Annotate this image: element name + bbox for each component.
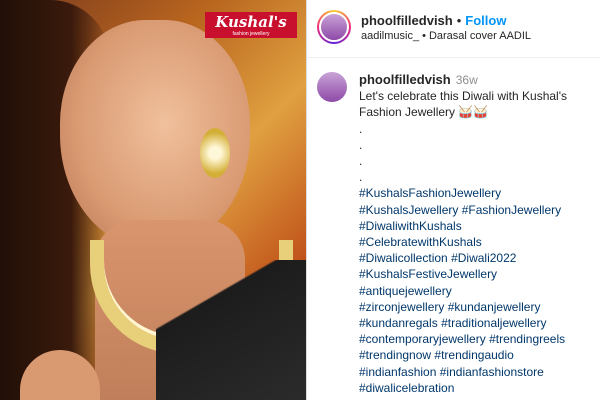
- hashtag-link[interactable]: #antiquejewellery: [359, 284, 452, 298]
- hashtag-line: #contemporaryjewellery #trendingreels: [359, 331, 594, 347]
- caption-text: Let's celebrate this Diwali with Kushal'…: [359, 89, 568, 120]
- hashtag-link[interactable]: #traditionaljewellery: [441, 316, 546, 330]
- hashtag-line: #antiquejewellery: [359, 283, 594, 299]
- hashtag-link[interactable]: #FashionJewellery: [462, 203, 561, 217]
- caption-block: phoolfilledvish 36w Let's celebrate this …: [307, 58, 600, 396]
- hashtag-line: #kundanregals #traditionaljewellery: [359, 315, 594, 331]
- hashtag-link[interactable]: #trendingnow: [359, 348, 431, 362]
- media-earring: [200, 128, 230, 178]
- caption-dot-line: .: [359, 154, 363, 169]
- hashtag-link[interactable]: #indianfashion: [359, 365, 436, 379]
- hashtag-line: #zirconjewellery #kundanjewellery: [359, 299, 594, 315]
- hashtag-link[interactable]: #CelebratewithKushals: [359, 235, 482, 249]
- brand-tagline: fashion jewellery: [232, 31, 270, 37]
- hashtag-line: #DiwaliwithKushals: [359, 218, 594, 234]
- hashtag-link[interactable]: #contemporaryjewellery: [359, 332, 486, 346]
- hashtag-link[interactable]: #Diwalicollection: [359, 251, 448, 265]
- separator-dot: •: [456, 13, 462, 28]
- caption-avatar[interactable]: [317, 72, 347, 102]
- hashtag-link[interactable]: #indianfashionstore: [440, 365, 544, 379]
- hashtag-line: #KushalsJewellery #FashionJewellery: [359, 202, 594, 218]
- media-saree: [156, 260, 306, 400]
- post-viewer: Kushal's fashion jewellery phoolfilledvi…: [0, 0, 600, 400]
- hashtag-line: #trendingnow #trendingaudio: [359, 347, 594, 363]
- hashtag-link[interactable]: #DiwaliwithKushals: [359, 219, 462, 233]
- audio-user[interactable]: aadilmusic_: [361, 30, 419, 42]
- hashtag-link[interactable]: #KushalsFashionJewellery: [359, 186, 501, 200]
- audio-separator: •: [422, 30, 426, 42]
- hashtag-link[interactable]: #trendingreels: [489, 332, 565, 346]
- hashtag-link[interactable]: #diwalicelebration: [359, 381, 454, 395]
- hashtag-line: #KushalsFestiveJewellery: [359, 266, 594, 282]
- caption-dot-line: .: [359, 137, 363, 152]
- hashtag-link[interactable]: #KushalsFestiveJewellery: [359, 267, 497, 281]
- caption-time[interactable]: 36w: [456, 73, 478, 87]
- post-header: phoolfilledvish • Follow aadilmusic_ • Daras…: [307, 0, 600, 58]
- audio-title[interactable]: Darasal cover AADIL: [429, 30, 531, 42]
- hashtag-line: #Diwalicollection #Diwali2022: [359, 250, 594, 266]
- hashtag-line: #KushalsFashionJewellery: [359, 185, 594, 201]
- caption-hashtags: #KushalsFashionJewellery #KushalsJeweller…: [359, 185, 594, 396]
- caption-dots: ....: [359, 121, 594, 186]
- hashtag-link[interactable]: #KushalsJewellery: [359, 203, 458, 217]
- hashtag-line: #diwalicelebration: [359, 380, 594, 396]
- hashtag-line: #CelebratewithKushals: [359, 234, 594, 250]
- brand-logo: Kushal's fashion jewellery: [205, 12, 297, 38]
- caption-username[interactable]: phoolfilledvish: [359, 72, 451, 87]
- hashtag-link[interactable]: #kundanjewellery: [448, 300, 541, 314]
- hashtag-link[interactable]: #Diwali2022: [451, 251, 516, 265]
- post-side-panel: phoolfilledvish • Follow aadilmusic_ • Daras…: [306, 0, 600, 400]
- hashtag-link[interactable]: #kundanregals: [359, 316, 438, 330]
- post-media[interactable]: Kushal's fashion jewellery: [0, 0, 306, 400]
- caption-dot-line: .: [359, 170, 363, 185]
- caption-dot-line: .: [359, 121, 363, 136]
- hashtag-link[interactable]: #trendingaudio: [434, 348, 513, 362]
- author-avatar[interactable]: [317, 10, 351, 44]
- hashtag-link[interactable]: #zirconjewellery: [359, 300, 444, 314]
- follow-button[interactable]: Follow: [465, 13, 506, 28]
- brand-logo-text: Kushal's: [215, 13, 287, 31]
- hashtag-line: #indianfashion #indianfashionstore: [359, 364, 594, 380]
- author-username[interactable]: phoolfilledvish: [361, 13, 453, 28]
